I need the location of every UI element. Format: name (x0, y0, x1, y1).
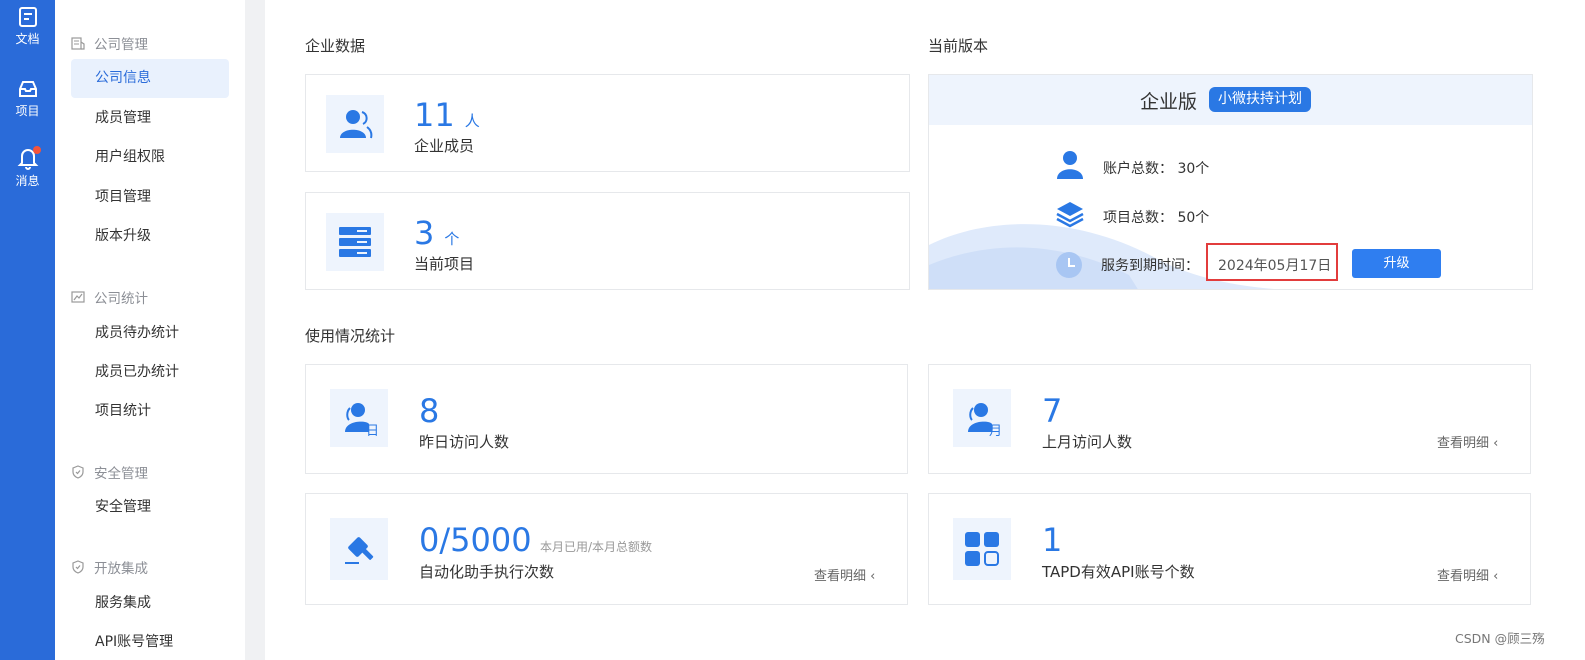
expire-label: 服务到期时间： (1101, 258, 1199, 274)
project-total: 项目总数： 50个 (1103, 210, 1210, 226)
projects-count: 3个 (414, 217, 459, 249)
yesterday-value: 8 (419, 392, 440, 430)
main-content: 企业数据 当前版本 11 人 企业成员 3个 当前项目 企业版 小微扶持计划 账… (265, 0, 1585, 660)
projects-card: 3个 当前项目 (305, 192, 910, 290)
edition-badge: 小微扶持计划 (1209, 87, 1311, 112)
detail-link-label: 查看明细 (1437, 569, 1490, 584)
sidebar-item-projects[interactable]: 项目管理 (71, 178, 229, 217)
sidebar-group-label: 公司统计 (94, 291, 148, 307)
members-count: 11 人 (414, 99, 480, 131)
api-detail-link[interactable]: 查看明细 ‹ (1437, 565, 1498, 584)
section-title-usage: 使用情况统计 (305, 327, 396, 345)
automation-icon-box (330, 518, 388, 580)
inbox-icon (18, 81, 37, 97)
daily-visitor-icon: 日 (345, 403, 379, 438)
rail-item-projects[interactable]: 项目 (0, 78, 55, 119)
api-value: 1 (1042, 521, 1063, 559)
last-month-icon-box: 月 (953, 389, 1011, 447)
sidebar-group-security: 安全管理 (71, 462, 148, 482)
sidebar-group-label: 安全管理 (94, 466, 148, 482)
server-stack-icon (339, 227, 371, 257)
sidebar-item-security[interactable]: 安全管理 (71, 488, 229, 527)
automation-value: 0/5000 (419, 521, 532, 559)
watermark: CSDN @顾三殇 (1455, 631, 1545, 646)
projects-label: 当前项目 (414, 255, 475, 273)
sidebar-item-service-integration[interactable]: 服务集成 (71, 584, 229, 623)
rail-item-messages-label: 消息 (15, 174, 40, 188)
rail-item-docs[interactable]: 文档 (0, 6, 55, 47)
clock-icon (1056, 252, 1082, 278)
layers-icon (1056, 202, 1084, 228)
yesterday-icon-box: 日 (330, 389, 388, 447)
sidebar-item-done-stats[interactable]: 成员已办统计 (71, 353, 229, 392)
last-month-visitors-card: 月 7 上月访问人数 查看明细 ‹ (928, 364, 1531, 474)
sidebar-item-upgrade[interactable]: 版本升级 (71, 217, 229, 256)
members-icon (340, 110, 373, 139)
api-label: TAPD有效API账号个数 (1042, 563, 1195, 581)
shield-icon (72, 465, 84, 479)
automation-note: 本月已用/本月总额数 (540, 540, 653, 554)
chevron-left-icon: ‹ (1493, 569, 1499, 584)
company-icon (71, 37, 85, 50)
notification-dot (33, 146, 41, 154)
rail-item-messages[interactable]: 消息 (0, 146, 55, 189)
api-accounts-card: 1 TAPD有效API账号个数 查看明细 ‹ (928, 493, 1531, 605)
detail-link-label: 查看明细 (814, 569, 867, 584)
sidebar-item-api-accounts[interactable]: API账号管理 (71, 623, 229, 660)
sidebar-group-label: 开放集成 (94, 561, 148, 577)
chevron-left-icon: ‹ (870, 569, 876, 584)
sidebar-group-stats: 公司统计 (71, 287, 148, 307)
sidebar-item-todo-stats[interactable]: 成员待办统计 (71, 314, 229, 353)
edition-name: 企业版 (1140, 91, 1198, 113)
last-month-detail-link[interactable]: 查看明细 ‹ (1437, 432, 1498, 451)
yesterday-label: 昨日访问人数 (419, 433, 510, 451)
detail-link-label: 查看明细 (1437, 436, 1490, 451)
projects-value: 3 (414, 214, 435, 252)
expire-date: 2024年05月17日 (1218, 258, 1332, 274)
automation-label: 自动化助手执行次数 (419, 563, 555, 581)
sidebar-group-label: 公司管理 (94, 37, 148, 53)
version-card: 企业版 小微扶持计划 账户总数： 30个 项目总数： 50个 服务到期时间： 2… (928, 74, 1533, 290)
account-total: 账户总数： 30个 (1103, 161, 1210, 177)
members-value: 11 (414, 96, 455, 134)
automation-card: 0/5000 本月已用/本月总额数 自动化助手执行次数 查看明细 ‹ (305, 493, 908, 605)
monthly-visitor-icon: 月 (968, 403, 1002, 438)
section-title-enterprise: 企业数据 (305, 37, 366, 55)
sidebar-group-integration: 开放集成 (71, 557, 148, 577)
yesterday-visitors-card: 日 8 昨日访问人数 (305, 364, 908, 474)
sidebar-item-user-groups[interactable]: 用户组权限 (71, 138, 229, 177)
left-rail: 文档 项目 消息 (0, 0, 55, 660)
projects-unit: 个 (444, 230, 460, 248)
chart-icon (71, 291, 85, 303)
projects-icon-box (326, 213, 384, 271)
last-month-label: 上月访问人数 (1042, 433, 1133, 451)
shield-icon (72, 560, 84, 574)
section-title-version: 当前版本 (928, 37, 989, 55)
gutter (245, 0, 265, 660)
members-card: 11 人 企业成员 (305, 74, 910, 172)
members-unit: 人 (464, 112, 480, 130)
user-icon (1057, 151, 1083, 179)
upgrade-button[interactable]: 升级 (1352, 249, 1441, 278)
sidebar-item-project-stats[interactable]: 项目统计 (71, 392, 229, 431)
automation-detail-link[interactable]: 查看明细 ‹ (814, 565, 875, 584)
sidebar-item-members[interactable]: 成员管理 (71, 99, 229, 138)
document-icon (18, 7, 37, 27)
grid-apps-icon (965, 532, 999, 566)
month-char: 月 (989, 424, 1002, 438)
rail-item-docs-label: 文档 (15, 32, 40, 46)
members-label: 企业成员 (414, 137, 475, 155)
sidebar: 公司管理 公司信息 成员管理 用户组权限 项目管理 版本升级 公司统计 成员待办… (55, 0, 245, 660)
chevron-left-icon: ‹ (1493, 436, 1499, 451)
members-icon-box (326, 95, 384, 153)
last-month-value: 7 (1042, 392, 1063, 430)
sidebar-item-company-info[interactable]: 公司信息 (71, 59, 229, 98)
gavel-icon (345, 537, 374, 564)
api-icon-box (953, 518, 1011, 580)
rail-item-projects-label: 项目 (15, 104, 40, 118)
day-char: 日 (366, 424, 379, 438)
sidebar-group-company: 公司管理 (71, 33, 148, 53)
